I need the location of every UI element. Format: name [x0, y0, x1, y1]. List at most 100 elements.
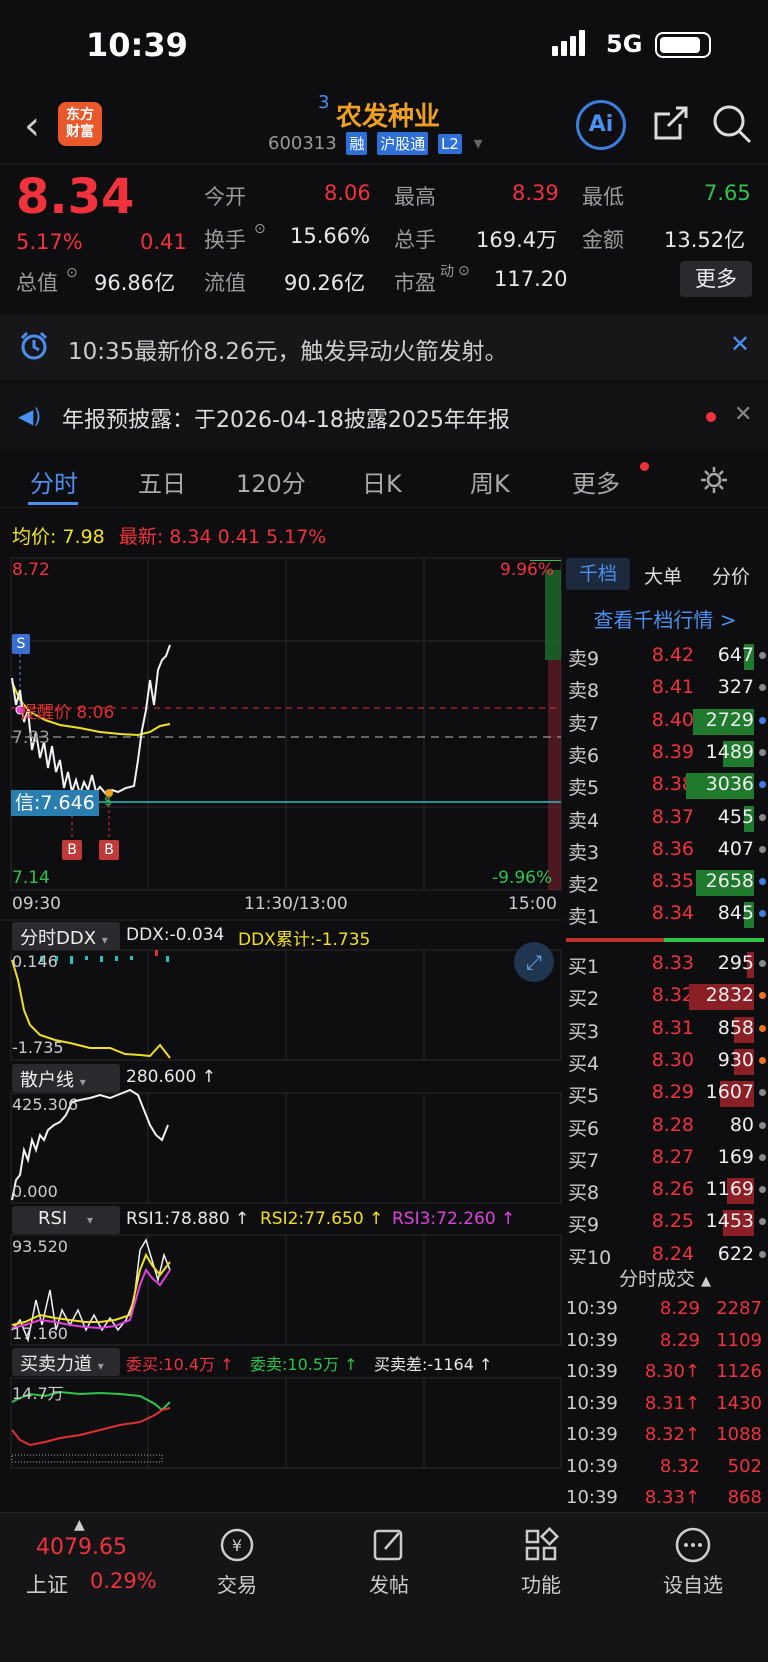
bid-list: 买1 8.33 295 买2 8.32 2832 买3 8.31 858 买4 8.30 930 买5 8…	[562, 948, 768, 1270]
ask-row[interactable]: 卖1 8.34 845	[562, 898, 768, 930]
info-icon[interactable]: ⊙	[66, 265, 78, 281]
index-value[interactable]: 4079.65	[36, 1535, 127, 1560]
ai-button[interactable]: Ai	[576, 100, 626, 150]
bid-price: 8.32	[651, 984, 694, 1007]
stock-name[interactable]: 农发种业	[336, 96, 440, 133]
ask-price: 8.36	[651, 837, 694, 860]
bid-row[interactable]: 买2 8.32 2832	[562, 980, 768, 1012]
ask-dot	[759, 781, 766, 789]
chevron-up-icon[interactable]: ▲	[74, 1517, 85, 1533]
bid-volume-box: 80	[686, 1114, 754, 1140]
remind-price-label[interactable]: 提醒价 8.06	[20, 698, 114, 723]
tab-120min[interactable]: 120分	[236, 464, 306, 499]
bid-price: 8.27	[651, 1145, 694, 1168]
rsi-selector-label: RSI	[38, 1208, 68, 1229]
more-button[interactable]: 更多	[680, 261, 752, 297]
bid-row[interactable]: 买3 8.31 858	[562, 1013, 768, 1045]
buy-marker[interactable]: B	[62, 840, 82, 860]
force-y-top: 14.7万	[12, 1384, 64, 1403]
ask-volume: 845	[717, 902, 754, 925]
ask-row[interactable]: 卖5 8.38 3036	[562, 769, 768, 801]
high-value: 8.39	[512, 181, 559, 205]
ask-dot	[759, 716, 766, 724]
ask-row[interactable]: 卖7 8.40 2729	[562, 705, 768, 737]
pe-value: 117.20	[494, 267, 568, 291]
bid-volume-box: 295	[686, 952, 754, 978]
pct-axis-top: 9.96%	[500, 560, 555, 580]
ask-level: 卖8	[568, 680, 600, 703]
credit-price-label[interactable]: 信:7.646	[11, 790, 99, 816]
view-depth-link[interactable]: 查看千档行情 >	[562, 604, 768, 633]
bid-row[interactable]: 买4 8.30 930	[562, 1045, 768, 1077]
bid-volume: 1607	[705, 1081, 754, 1104]
ask-row[interactable]: 卖3 8.36 407	[562, 834, 768, 866]
bid-row[interactable]: 买6 8.28 80	[562, 1110, 768, 1142]
ask-row[interactable]: 卖4 8.37 455	[562, 802, 768, 834]
tab-five-day[interactable]: 五日	[138, 464, 186, 499]
bid-volume: 1453	[705, 1210, 754, 1233]
more-dots-icon	[638, 1525, 748, 1565]
nav-post-label: 发帖	[369, 1573, 409, 1597]
trade-volume: 868	[727, 1487, 762, 1508]
force-selector[interactable]: 买卖力道 ▾	[12, 1348, 120, 1376]
force-selector-label: 买卖力道	[20, 1354, 92, 1375]
y-axis-top: 8.72	[12, 560, 50, 580]
tab-intraday[interactable]: 分时	[30, 464, 78, 499]
bid-volume: 295	[717, 952, 754, 974]
tab-daily-k[interactable]: 日K	[362, 464, 402, 499]
nav-post[interactable]: 发帖	[334, 1525, 444, 1598]
ask-row[interactable]: 卖2 8.35 2658	[562, 866, 768, 898]
bid-row[interactable]: 买5 8.29 1607	[562, 1077, 768, 1109]
bid-price: 8.28	[651, 1113, 694, 1136]
close-icon[interactable]: ✕	[730, 330, 750, 358]
ask-list: 卖9 8.42 647 卖8 8.41 327 卖7 8.40 2729 卖6 8.39 1489 卖5…	[562, 640, 768, 930]
bid-row[interactable]: 买1 8.33 295	[562, 948, 768, 980]
app-logo[interactable]: 东方 财富	[58, 102, 102, 146]
close-icon[interactable]: ✕	[734, 402, 752, 427]
bid-row[interactable]: 买8 8.26 1169	[562, 1174, 768, 1206]
tab-price-dist[interactable]: 分价	[712, 562, 750, 589]
info-icon[interactable]: ⊙	[458, 263, 470, 279]
search-icon[interactable]	[710, 102, 754, 146]
pe-sup: 动	[440, 264, 454, 280]
ask-row[interactable]: 卖9 8.42 647	[562, 640, 768, 672]
chevron-down-icon[interactable]: ▾	[474, 133, 483, 154]
notice-bar[interactable]: ◀) 年报预披露：于2026-04-18披露2025年年报 ✕	[0, 384, 768, 450]
tab-more[interactable]: 更多	[572, 464, 620, 499]
trades-header[interactable]: 分时成交 ▲	[562, 1264, 768, 1294]
back-icon[interactable]: ‹	[24, 106, 40, 146]
trade-price: 8.32↑	[644, 1424, 700, 1445]
alert-banner[interactable]: 10:35最新价8.26元，触发异动火箭发射。 ✕	[0, 314, 768, 380]
mktcap-value: 96.86亿	[94, 271, 176, 295]
ask-volume-box: 647	[686, 644, 754, 670]
tab-depth[interactable]: 千档	[566, 558, 630, 590]
retail-selector[interactable]: 散户线 ▾	[12, 1064, 120, 1092]
rsi-selector[interactable]: RSI ▾	[12, 1206, 120, 1234]
chart-area[interactable]: 均价: 7.98 最新: 8.34 0.41 5.17% 8.72 9.96% …	[0, 510, 562, 1510]
nav-trade[interactable]: ¥ 交易	[182, 1525, 292, 1598]
nav-add-watchlist[interactable]: 设自选	[638, 1525, 748, 1598]
tab-weekly-k[interactable]: 周K	[470, 464, 510, 499]
ddx-selector[interactable]: 分时DDX ▾	[12, 922, 120, 950]
share-icon[interactable]	[650, 104, 690, 144]
settings-gear-icon[interactable]	[698, 464, 730, 496]
open-value: 8.06	[324, 181, 371, 205]
active-tab-indicator	[28, 502, 78, 505]
nav-functions[interactable]: 功能	[486, 1525, 596, 1598]
info-icon[interactable]: ⊙	[254, 221, 266, 237]
ask-level: 卖1	[568, 906, 600, 929]
force-volume-ticks	[11, 1454, 163, 1463]
expand-icon[interactable]: ⤢	[514, 942, 554, 982]
tab-big-orders[interactable]: 大单	[644, 562, 682, 589]
bid-row[interactable]: 买7 8.27 169	[562, 1142, 768, 1174]
rsi-header: RSI ▾ RSI1:78.880 ↑ RSI2:77.650 ↑ RSI3:7…	[0, 1205, 562, 1235]
trade-price: 8.29	[659, 1298, 700, 1319]
nav-trade-label: 交易	[217, 1573, 257, 1597]
tag-l2: L2	[437, 134, 462, 154]
buy-marker[interactable]: B	[99, 840, 119, 860]
ask-row[interactable]: 卖6 8.39 1489	[562, 737, 768, 769]
status-bar: 10:39 5G	[0, 0, 768, 92]
ask-row[interactable]: 卖8 8.41 327	[562, 672, 768, 704]
sell-marker[interactable]: S	[12, 634, 30, 654]
bid-row[interactable]: 买9 8.25 1453	[562, 1206, 768, 1238]
